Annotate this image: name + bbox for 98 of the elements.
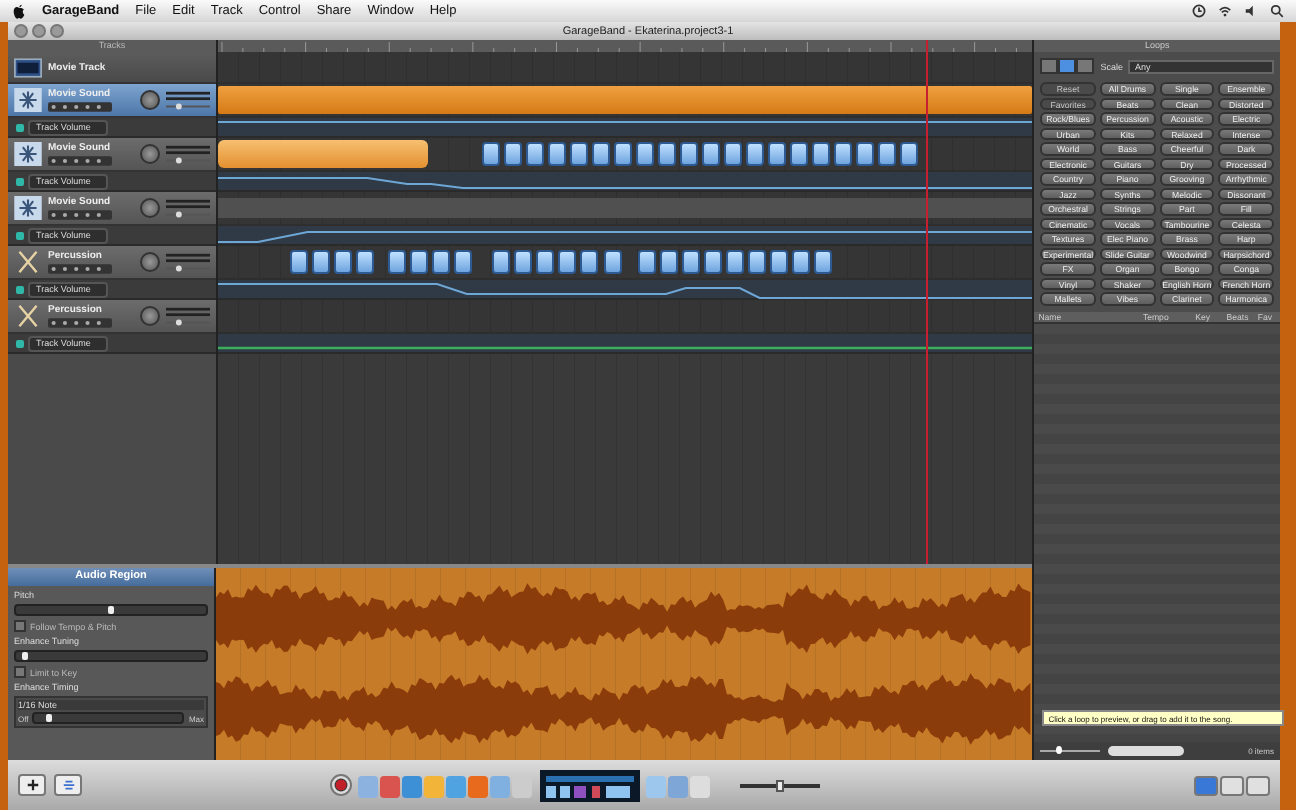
loop-region[interactable]: [388, 250, 406, 274]
checkbox[interactable]: [14, 666, 26, 678]
loop-region[interactable]: [746, 142, 764, 166]
close-button[interactable]: [14, 24, 28, 38]
pane-button[interactable]: [1194, 775, 1218, 795]
slider[interactable]: [14, 650, 208, 662]
speaker-icon[interactable]: [1244, 4, 1258, 18]
loop-region[interactable]: [604, 250, 622, 274]
checkbox[interactable]: [14, 620, 26, 632]
sound-wave-icon: [14, 88, 42, 112]
loop-region[interactable]: [812, 142, 830, 166]
editor-toggle-button[interactable]: [54, 774, 82, 796]
sound-wave-icon: [14, 196, 42, 220]
view-button[interactable]: [1058, 58, 1077, 74]
apple-logo-icon[interactable]: [12, 3, 26, 19]
automation-toggle[interactable]: [16, 339, 24, 347]
add-track-button[interactable]: [18, 774, 46, 796]
pan-knob[interactable]: [140, 306, 160, 326]
drumsticks-icon: [14, 304, 42, 328]
clock-icon[interactable]: [1192, 4, 1206, 18]
track-controls-icon[interactable]: [48, 210, 112, 220]
track-controls-icon[interactable]: [48, 102, 112, 112]
track-controls-icon[interactable]: [48, 318, 112, 328]
pan-knob[interactable]: [140, 90, 160, 110]
loop-region[interactable]: [334, 250, 352, 274]
loop-region[interactable]: [658, 142, 676, 166]
wifi-icon[interactable]: [1218, 4, 1232, 18]
loop-region[interactable]: [660, 250, 678, 274]
film-icon: [14, 55, 42, 79]
lcd-display[interactable]: [540, 769, 640, 801]
loop-region[interactable]: [432, 250, 450, 274]
loop-region[interactable]: [768, 142, 786, 166]
loop-region[interactable]: [704, 250, 722, 274]
sound-wave-icon: [14, 142, 42, 166]
loop-region[interactable]: [536, 250, 554, 274]
track-controls-icon[interactable]: [48, 264, 112, 274]
loop-region[interactable]: [814, 250, 832, 274]
loop-region[interactable]: [834, 142, 852, 166]
loop-region[interactable]: [410, 250, 428, 274]
pan-knob[interactable]: [140, 144, 160, 164]
loop-region[interactable]: [558, 250, 576, 274]
loop-region[interactable]: [526, 142, 544, 166]
loop-region[interactable]: [504, 142, 522, 166]
slider[interactable]: [14, 604, 208, 616]
plus-icon: [25, 778, 39, 792]
volume-curve[interactable]: [218, 172, 1033, 192]
loop-region[interactable]: [492, 250, 510, 274]
pan-knob[interactable]: [140, 252, 160, 272]
loop-region[interactable]: [312, 250, 330, 274]
loop-region[interactable]: [790, 142, 808, 166]
lines-icon: [61, 778, 75, 792]
volume-slider-icon[interactable]: [166, 197, 210, 219]
view-button[interactable]: [1040, 58, 1059, 74]
minimize-button[interactable]: [32, 24, 46, 38]
automation-toggle[interactable]: [16, 285, 24, 293]
zoom-button[interactable]: [50, 24, 64, 38]
volume-slider-icon[interactable]: [166, 89, 210, 111]
record-button[interactable]: [330, 774, 352, 796]
volume-slider-icon[interactable]: [166, 143, 210, 165]
automation-toggle[interactable]: [16, 123, 24, 131]
loop-region[interactable]: [702, 142, 720, 166]
loop-region[interactable]: [454, 250, 472, 274]
automation-toggle[interactable]: [16, 177, 24, 185]
loop-region[interactable]: [570, 142, 588, 166]
volume-slider-icon[interactable]: [166, 305, 210, 327]
loop-region[interactable]: [514, 250, 532, 274]
view-button[interactable]: [1076, 58, 1095, 74]
loop-region[interactable]: [900, 142, 918, 166]
volume-curve[interactable]: [218, 280, 1033, 300]
loop-region[interactable]: [856, 142, 874, 166]
track-controls-icon[interactable]: [48, 156, 112, 166]
loop-region[interactable]: [638, 250, 656, 274]
search-icon[interactable]: [1270, 4, 1284, 18]
volume-curve[interactable]: [218, 226, 1033, 246]
loop-region[interactable]: [770, 250, 788, 274]
pan-knob[interactable]: [140, 198, 160, 218]
loop-region[interactable]: [792, 250, 810, 274]
loop-region[interactable]: [592, 142, 610, 166]
loop-region[interactable]: [748, 250, 766, 274]
loop-region[interactable]: [290, 250, 308, 274]
loop-region[interactable]: [548, 142, 566, 166]
search-field[interactable]: [1108, 746, 1185, 756]
loop-region[interactable]: [636, 142, 654, 166]
pane-button[interactable]: [1220, 775, 1244, 795]
loop-region[interactable]: [878, 142, 896, 166]
pane-button[interactable]: [1246, 775, 1270, 795]
loop-region[interactable]: [680, 142, 698, 166]
loop-region[interactable]: [614, 142, 632, 166]
volume-slider-icon[interactable]: [166, 251, 210, 273]
loop-region[interactable]: [724, 142, 742, 166]
loop-region[interactable]: [482, 142, 500, 166]
automation-toggle[interactable]: [16, 231, 24, 239]
drumsticks-icon: [14, 250, 42, 274]
loop-region[interactable]: [356, 250, 374, 274]
loop-region[interactable]: [726, 250, 744, 274]
loop-region[interactable]: [580, 250, 598, 274]
slider[interactable]: [32, 712, 185, 724]
loop-region[interactable]: [682, 250, 700, 274]
